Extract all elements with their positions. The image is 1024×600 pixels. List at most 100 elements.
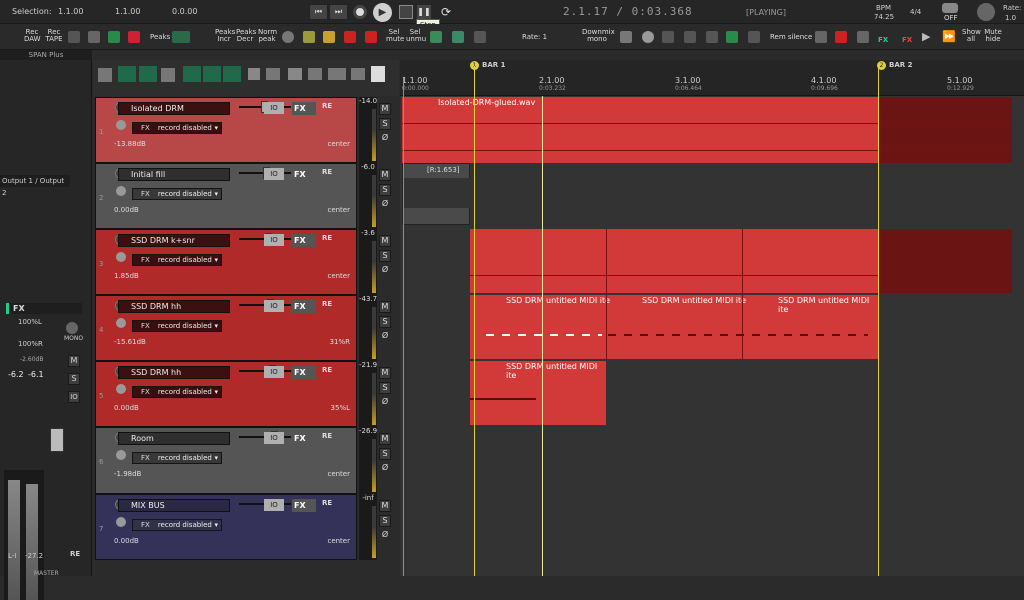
import-icon[interactable] <box>726 31 738 43</box>
pan-knob[interactable] <box>116 318 126 328</box>
color-icon[interactable] <box>303 31 315 43</box>
solo-button[interactable]: S <box>379 316 391 328</box>
rem-silence-button[interactable]: Rem silence <box>770 34 812 41</box>
trim-icon[interactable] <box>68 31 80 43</box>
route-button[interactable]: RE <box>322 168 332 176</box>
fx-chain-button[interactable]: FX record disabled ▾ <box>132 188 222 200</box>
export-icon[interactable] <box>371 66 385 82</box>
item-isolated-drm[interactable]: Isolated-DRM-glued.wav <box>402 97 1012 163</box>
track-1[interactable]: 1 Isolated DRM IO FX RE FX record disabled ▾ -13… <box>95 97 357 163</box>
selection-end[interactable]: 1.1.00 <box>115 7 140 16</box>
master-re-label[interactable]: RE <box>70 550 80 558</box>
master-solo-button[interactable]: S <box>68 373 80 385</box>
mute-button[interactable]: M <box>379 169 391 181</box>
fx-button[interactable]: FX <box>292 432 316 445</box>
mute-button[interactable]: M <box>379 433 391 445</box>
mute-track-icon[interactable] <box>365 31 377 43</box>
peaks-button[interactable]: Peaks <box>150 34 170 41</box>
mute-button[interactable]: M <box>379 301 391 313</box>
pan-knob[interactable] <box>116 186 126 196</box>
timeline-ruler[interactable]: 1.1.00 0:00.000 2.1.00 0:03.232 3.1.00 0:06… <box>400 60 1024 96</box>
metronome-icon[interactable] <box>942 3 958 13</box>
time-signature[interactable]: 4/4 <box>910 8 921 16</box>
track-4[interactable]: 4 SSD DRM hh IO FX RE FX record disabled ▾ -15.6… <box>95 295 357 361</box>
fx-chain-button[interactable]: FX record disabled ▾ <box>132 254 222 266</box>
io-button[interactable]: IO <box>264 102 284 114</box>
io-button[interactable]: IO <box>264 234 284 246</box>
fx-toggle-1[interactable]: FX <box>878 37 888 44</box>
go-end-icon[interactable]: ⏭ <box>329 4 348 20</box>
master-io-button[interactable]: IO <box>68 391 80 403</box>
bracket-icon[interactable] <box>815 31 827 43</box>
phase-button[interactable]: Ø <box>379 331 391 343</box>
route-icon[interactable] <box>452 31 464 43</box>
glue-icon[interactable] <box>282 31 294 43</box>
pan-env-icon[interactable] <box>684 31 696 43</box>
mute-item-icon[interactable] <box>344 31 356 43</box>
forward-icon[interactable]: ⏩ <box>942 31 956 43</box>
track-name[interactable]: SSD DRM k+snr <box>118 234 230 247</box>
pan-knob[interactable] <box>116 450 126 460</box>
grid-lines-icon[interactable] <box>203 66 221 82</box>
route-button[interactable]: RE <box>322 499 332 507</box>
metronome-small-icon[interactable] <box>98 68 112 82</box>
pause-button[interactable]: ❚❚ <box>417 5 431 19</box>
stereo-icon[interactable] <box>620 31 632 43</box>
solo-button[interactable]: S <box>379 448 391 460</box>
master-mute-button[interactable]: M <box>68 355 80 367</box>
lock-icon[interactable] <box>248 68 260 80</box>
loop-icon[interactable] <box>223 66 241 82</box>
item-initial-fill[interactable]: [R:1.653] <box>402 163 471 225</box>
play-icon[interactable]: ▶ <box>922 31 934 43</box>
track-5[interactable]: 5 SSD DRM hh IO FX RE FX record disabled ▾ 0.00d… <box>95 361 357 427</box>
reverse-icon[interactable] <box>642 31 654 43</box>
track-3[interactable]: 3 SSD DRM k+snr IO FX RE FX record disabled ▾ 1.… <box>95 229 357 295</box>
track-name[interactable]: Isolated DRM <box>118 102 230 115</box>
norm-peak-button[interactable]: Norm peak <box>258 29 277 43</box>
track-6[interactable]: 6 Room IO FX RE FX record disabled ▾ -1.98dB cent… <box>95 427 357 494</box>
pan-knob[interactable] <box>116 120 126 130</box>
span-plus-header[interactable]: SPAN Plus <box>0 50 92 60</box>
io-button[interactable]: IO <box>264 300 284 312</box>
mute-button[interactable]: M <box>379 367 391 379</box>
mono-knob[interactable] <box>66 322 78 334</box>
track-2[interactable]: 2 Initial fill IO FX RE FX record disabled ▾ 0.0… <box>95 163 357 229</box>
go-start-icon[interactable]: ⏮ <box>309 4 328 20</box>
play-button[interactable]: ▶ <box>373 3 392 22</box>
phase-button[interactable]: Ø <box>379 199 391 211</box>
fx-button[interactable]: FX <box>292 499 316 512</box>
master-pan-left[interactable]: 100%L <box>18 318 42 326</box>
route-button[interactable]: RE <box>322 300 332 308</box>
pan-knob[interactable] <box>116 252 126 262</box>
fx-chain-button[interactable]: FX record disabled ▾ <box>132 519 222 531</box>
phase-button[interactable]: Ø <box>379 397 391 409</box>
route-button[interactable]: RE <box>322 234 332 242</box>
io-button[interactable]: IO <box>264 168 284 180</box>
peaks-incr-button[interactable]: Peaks Incr <box>215 29 235 43</box>
pitch-icon[interactable] <box>706 31 718 43</box>
pan-knob[interactable] <box>116 517 126 527</box>
fx-chain-button[interactable]: FX record disabled ▾ <box>132 122 222 134</box>
download-icon[interactable] <box>351 68 365 80</box>
fx-button[interactable]: FX <box>292 168 316 181</box>
note-icon[interactable] <box>88 31 100 43</box>
insert-icon[interactable] <box>857 31 869 43</box>
track-7[interactable]: 7 MIX BUS IO FX RE FX record disabled ▾ 0.00dB ce… <box>95 494 357 560</box>
rec-daw-button[interactable]: Rec DAW <box>24 29 41 43</box>
item-ssd-hh-2[interactable]: SSD DRM untitled MIDI ite <box>470 361 606 425</box>
mute-button[interactable]: M <box>379 500 391 512</box>
solo-button[interactable]: S <box>379 250 391 262</box>
master-fx-button[interactable]: FX <box>6 303 82 314</box>
repeat-icon[interactable]: ⟳ <box>438 4 454 20</box>
paint-icon[interactable] <box>288 68 302 80</box>
midi-icon[interactable] <box>108 31 120 43</box>
print-icon[interactable] <box>308 68 322 80</box>
envelope-icon[interactable] <box>266 68 280 80</box>
delete-icon[interactable] <box>835 31 847 43</box>
item-ssd-kick-snare[interactable] <box>470 229 1012 293</box>
rec-tape-button[interactable]: Rec TAPE <box>45 29 63 43</box>
fx-button[interactable]: FX <box>292 102 316 115</box>
track-name[interactable]: MIX BUS <box>118 499 230 512</box>
phase-button[interactable]: Ø <box>379 265 391 277</box>
route-button[interactable]: RE <box>322 366 332 374</box>
